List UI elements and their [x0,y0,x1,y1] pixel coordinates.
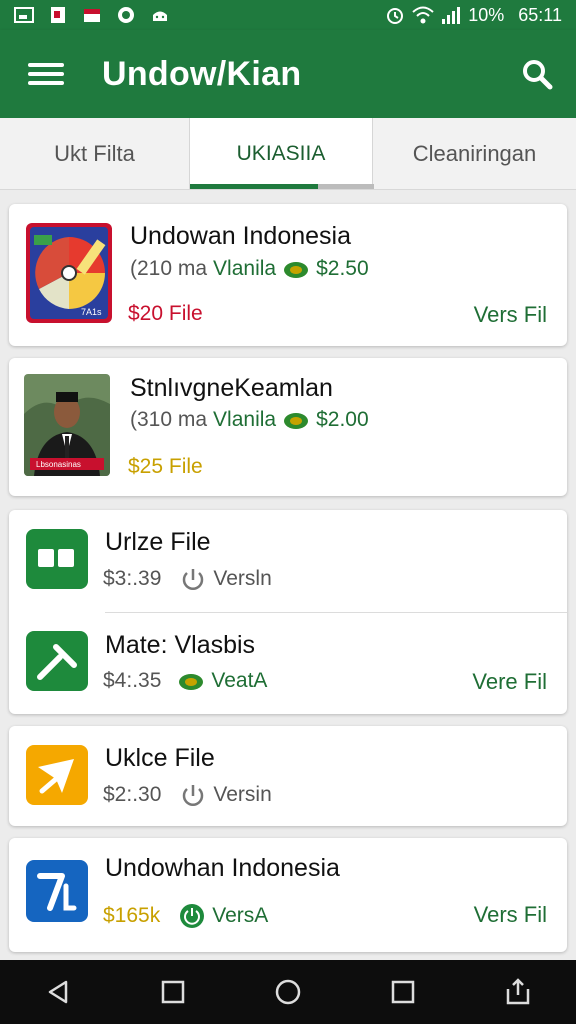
meta-price: $2:.30 [103,783,162,806]
thumb-caption: 7A1s [81,307,102,317]
meta-price: $4:.35 [103,669,162,692]
item-title: StnlıvgneKeamlan [130,374,333,402]
navigation-bar [0,960,576,1024]
meta-price: $2.00 [316,408,369,431]
power-icon [183,785,204,806]
send-app-icon [26,745,88,805]
tab-bar: Ukt Filta UKIASIIA Cleaniringan [0,118,576,190]
item-title: Undowan Indonesia [130,222,351,250]
app-bar: Undow/Kian [0,30,576,118]
meta-tag: Versin [213,783,272,806]
back-icon[interactable] [38,972,78,1012]
meta-tag: Vlanila [213,257,277,280]
meta-tag: Vlanila [213,408,277,431]
share-icon[interactable] [498,972,538,1012]
app-thumbnail: 7A1s [26,223,112,323]
list-item[interactable]: Urlze File $3:.39 Versln [9,510,567,612]
tool-app-icon [26,631,88,691]
item-price: $25 File [128,455,203,478]
green-power-icon [180,904,205,928]
item-meta: (210 ma Vlanila $2.50 [130,257,369,281]
battery-label: 10% [468,4,505,25]
meta-prefix: (310 ma [130,408,208,431]
item-title: Mate: Vlasbis [105,631,256,659]
pdf-icon [51,7,65,23]
alarm-icon [387,8,404,24]
circle-app-icon [118,7,134,23]
power-icon [183,569,204,590]
leaf-badge-icon [179,674,204,690]
tab-cleaniringan[interactable]: Cleaniringan [373,118,576,189]
list-item[interactable]: Undowhan Indonesia $165k VersA Vers Fil [9,838,567,952]
list-item[interactable]: Uklce File $2:.30 Versin [9,726,567,826]
version-file-button[interactable]: Vers Fil [474,902,547,928]
meta-tag: Versln [213,567,272,590]
item-title: Urlze File [105,528,211,556]
thumb-caption: Lbsonasinas [36,460,81,469]
item-price: $20 File [128,302,203,325]
signal-icon [442,7,461,24]
list-item-group: Urlze File $3:.39 Versln Mate: Vlasbis $… [9,510,567,714]
item-meta: (310 ma Vlanila $2.00 [130,408,369,432]
home-circle-icon[interactable] [268,972,308,1012]
app-title: Undow/Kian [102,54,302,93]
meta-price: $3:.39 [103,567,162,590]
image-icon [14,7,34,23]
tab-ukt-filta[interactable]: Ukt Filta [0,118,189,189]
item-meta: $4:.35 VeatA [103,669,267,693]
status-bar: 10% 65:11 [0,0,576,30]
meta-price: $165k [103,904,161,927]
version-file-button[interactable]: Vers Fil [474,302,547,328]
meta-prefix: (210 ma [130,257,208,280]
meta-tag: VeatA [211,669,268,692]
recents-square-icon[interactable] [153,972,193,1012]
leaf-badge-icon [284,262,309,278]
item-meta: $2:.30 Versin [103,782,272,808]
item-meta: $3:.39 Versln [103,566,272,592]
list-item[interactable]: 7A1s Undowan Indonesia (210 ma Vlanila $… [9,204,567,346]
android-icon [153,11,167,21]
person-photo-thumbnail: Lbsonasinas [24,374,110,476]
clock: 65:11 [518,4,562,25]
wifi-icon [412,6,434,24]
blue-app-icon [26,860,88,922]
item-title: Undowhan Indonesia [105,854,340,882]
leaf-badge-icon [284,413,309,429]
list-item[interactable]: Mate: Vlasbis $4:.35 VeatA Vere Fil [9,613,567,714]
meta-price: $2.50 [316,257,369,280]
overview-square-icon[interactable] [383,972,423,1012]
hamburger-icon[interactable] [28,60,64,88]
list-item[interactable]: Lbsonasinas StnlıvgneKeamlan (310 ma Vla… [9,358,567,496]
version-file-button[interactable]: Vere Fil [472,669,547,695]
tab-ukiasiia[interactable]: UKIASIIA [189,118,374,189]
meta-tag: VersA [212,904,269,927]
item-title: Uklce File [105,744,215,772]
search-icon[interactable] [520,57,554,91]
item-meta: $165k VersA [103,902,268,930]
store-icon [84,9,100,22]
file-app-icon [26,529,88,589]
